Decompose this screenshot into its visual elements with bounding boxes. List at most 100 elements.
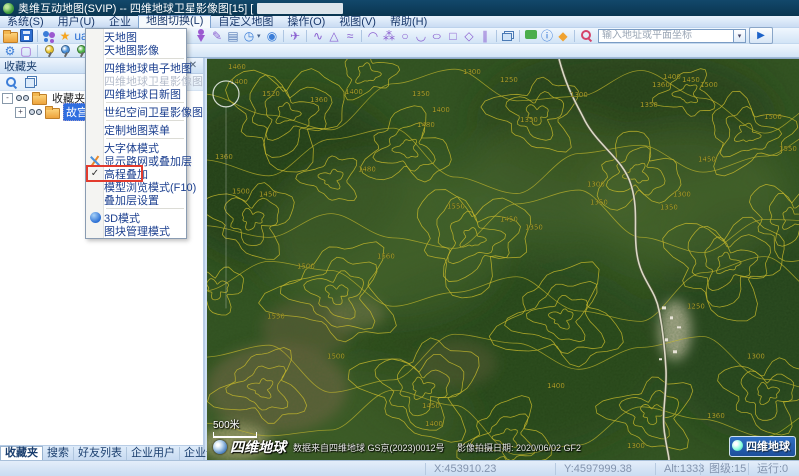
menu-item-plain[interactable]: 四维地球日新图 bbox=[86, 87, 186, 100]
scatter-icon[interactable]: ⁂ bbox=[381, 29, 397, 43]
menubar-item[interactable]: 企业 bbox=[102, 16, 138, 28]
status-cell: 运行:0 bbox=[748, 463, 799, 475]
scale-bar: 500米 bbox=[213, 416, 257, 438]
contour-elevation-label: 1550 bbox=[779, 145, 797, 153]
menu-item-label: 定制地图菜单 bbox=[104, 122, 170, 138]
satellite-map-canvas: 1460140015201360140013501400148013001250… bbox=[207, 59, 799, 460]
menubar-item[interactable]: 地图切换(L) bbox=[138, 15, 211, 28]
visibility-glasses-icon[interactable] bbox=[29, 109, 42, 116]
star-icon[interactable]: ★ bbox=[57, 29, 73, 43]
visibility-glasses-icon[interactable] bbox=[16, 95, 29, 102]
cascade-icon[interactable] bbox=[500, 29, 516, 43]
status-cell: Alt:1333 bbox=[655, 463, 700, 475]
contour-elevation-label: 1550 bbox=[267, 312, 285, 320]
users-icon[interactable] bbox=[41, 29, 57, 43]
provider-logo: 四维地球 bbox=[213, 437, 286, 457]
contour-elevation-label: 1460 bbox=[228, 63, 246, 71]
diamond-icon[interactable]: ◇ bbox=[461, 29, 477, 43]
contour-elevation-label: 1300 bbox=[570, 91, 588, 99]
contour-elevation-label: 1350 bbox=[412, 90, 430, 98]
app-logo-icon bbox=[3, 3, 14, 14]
contour-elevation-label: 1450 bbox=[259, 191, 277, 199]
menubar-item[interactable]: 自定义地图 bbox=[211, 16, 280, 28]
menu-item-plain[interactable]: 世纪空间卫星影像图 bbox=[86, 105, 186, 118]
contour-elevation-label: 1400 bbox=[425, 420, 443, 428]
contour-elevation-label: 1500 bbox=[700, 81, 718, 89]
menu-item-plain[interactable]: 叠加层设置 bbox=[86, 193, 186, 206]
user-pin-icon[interactable] bbox=[193, 29, 209, 43]
contour-elevation-label: 1300 bbox=[747, 352, 765, 360]
tree-expand-toggle[interactable]: - bbox=[2, 93, 13, 104]
save-icon[interactable] bbox=[18, 29, 34, 43]
gear-icon[interactable]: ⚙ bbox=[2, 44, 18, 58]
contour-elevation-label: 1360 bbox=[310, 96, 328, 104]
provider-badge: 四维地球 bbox=[729, 436, 796, 457]
sidebar-tab[interactable]: 企业用户 bbox=[127, 447, 180, 460]
contour-elevation-label: 1350 bbox=[520, 116, 538, 124]
ellipse-icon[interactable]: ○ bbox=[429, 29, 445, 43]
contour-elevation-label: 1400 bbox=[663, 73, 681, 81]
search-go-button[interactable]: ▶ bbox=[749, 27, 773, 44]
curve-icon[interactable]: ∿ bbox=[310, 29, 326, 43]
menubar-item[interactable]: 帮助(H) bbox=[383, 16, 434, 28]
redacted-text bbox=[257, 3, 343, 14]
menu-item-plain[interactable]: 定制地图菜单 bbox=[86, 123, 186, 136]
contour-elevation-label: 1500 bbox=[764, 113, 782, 121]
contour-elevation-label: 1350 bbox=[590, 199, 608, 207]
menu-item-plain[interactable]: 天地图影像 bbox=[86, 43, 186, 56]
page-icon[interactable]: ▢ bbox=[18, 44, 34, 58]
magnifier-icon[interactable] bbox=[578, 29, 594, 43]
address-search-input[interactable] bbox=[598, 29, 733, 43]
menu-item-label: 世纪空间卫星影像图 bbox=[104, 104, 203, 120]
sidebar-tab[interactable]: 好友列表 bbox=[74, 447, 127, 460]
map-switch-dropdown-menu: 天地图天地图影像四维地球电子地图四维地球卫星影像图四维地球日新图世纪空间卫星影像… bbox=[85, 28, 187, 239]
printer-icon[interactable]: ▤ bbox=[225, 29, 241, 43]
sidebar-tab[interactable]: 搜索 bbox=[43, 447, 74, 460]
camera-icon[interactable]: ◉ bbox=[264, 29, 280, 43]
application-window: 奥维互动地图(SVIP) -- 四维地球卫星影像图[15] [ 系统(S)用户(… bbox=[0, 0, 799, 476]
folder-icon[interactable] bbox=[2, 29, 18, 43]
status-bar: X:453910.23Y:4597999.38Alt:1333图级:15运行:0 bbox=[0, 460, 799, 476]
menubar-item[interactable]: 视图(V) bbox=[332, 16, 383, 28]
provider-swirl-icon bbox=[213, 440, 227, 454]
clock-icon[interactable]: ◷ bbox=[241, 29, 257, 43]
tree-expand-toggle[interactable]: + bbox=[15, 107, 26, 118]
contour-elevation-label: 1300 bbox=[463, 68, 481, 76]
dart-icon[interactable]: ✈ bbox=[287, 29, 303, 43]
contour-elevation-label: 1450 bbox=[500, 216, 518, 224]
map-viewport[interactable]: 1460140015201360140013501400148013001250… bbox=[207, 58, 799, 460]
menu-item-label: 天地图影像 bbox=[104, 42, 159, 58]
menubar-item[interactable]: 系统(S) bbox=[0, 16, 51, 28]
pencil-icon[interactable]: ✎ bbox=[209, 29, 225, 43]
sidebar-tab[interactable]: 收藏夹 bbox=[0, 446, 43, 460]
chat-icon[interactable] bbox=[523, 29, 539, 43]
magnifier-blue-icon[interactable] bbox=[3, 75, 19, 89]
contour-elevation-label: 1560 bbox=[377, 253, 395, 261]
pin-blue-icon[interactable] bbox=[57, 44, 73, 58]
parallel-icon[interactable]: ∥ bbox=[477, 29, 493, 43]
favorites-panel-title: 收藏夹 bbox=[4, 58, 37, 74]
circle-icon[interactable]: ○ bbox=[397, 29, 413, 43]
toolbar-separator bbox=[496, 30, 497, 42]
sidebar-tabs: 收藏夹搜索好友列表企业用户企业云收藏夹 bbox=[0, 445, 203, 460]
gem-icon[interactable]: ◆ bbox=[555, 29, 571, 43]
rect-icon[interactable]: □ bbox=[445, 29, 461, 43]
contour-elevation-label: 1300 bbox=[627, 442, 645, 450]
info-icon[interactable]: ⓘ bbox=[539, 29, 555, 43]
menubar-item[interactable]: 用户(U) bbox=[51, 16, 102, 28]
wave-icon[interactable]: ≈ bbox=[342, 29, 358, 43]
toolbar-separator bbox=[519, 30, 520, 42]
folder-icon bbox=[32, 94, 47, 105]
triangle-icon[interactable]: △ bbox=[326, 29, 342, 43]
contour-elevation-label: 1450 bbox=[422, 402, 440, 410]
search-combo-arrow[interactable]: ▾ bbox=[733, 29, 746, 43]
caret-icon[interactable]: ▾ bbox=[257, 32, 264, 40]
menu-item-plain[interactable]: 图块管理模式 bbox=[86, 224, 186, 237]
contour-elevation-label: 1450 bbox=[682, 76, 700, 84]
pin-yellow-icon[interactable] bbox=[41, 44, 57, 58]
layers-icon[interactable] bbox=[23, 75, 39, 89]
toolbar-separator bbox=[37, 30, 38, 42]
menubar-item[interactable]: 操作(O) bbox=[280, 16, 332, 28]
arc-icon[interactable]: ◠ bbox=[365, 29, 381, 43]
arc2-icon[interactable]: ◡ bbox=[413, 29, 429, 43]
